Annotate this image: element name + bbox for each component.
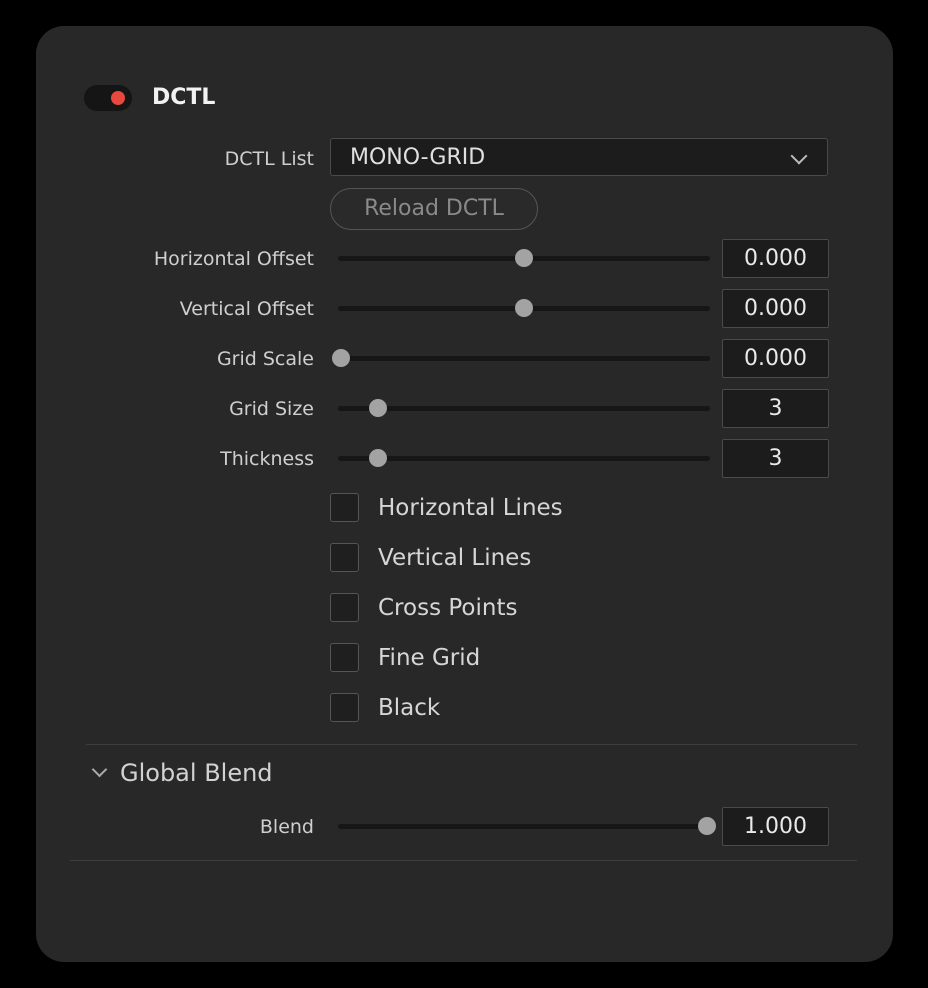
slider-label-thickness: Thickness bbox=[220, 448, 314, 470]
value-field-grid-size[interactable]: 3 bbox=[722, 389, 829, 428]
section-divider-bottom bbox=[70, 860, 857, 861]
dctl-list-dropdown[interactable]: MONO-GRID bbox=[330, 138, 828, 176]
value-field-thickness[interactable]: 3 bbox=[722, 439, 829, 478]
slider-handle[interactable] bbox=[368, 399, 387, 417]
enable-toggle[interactable] bbox=[84, 85, 132, 111]
slider-handle[interactable] bbox=[368, 449, 387, 467]
slider-label-grid-scale: Grid Scale bbox=[216, 348, 314, 370]
dctl-list-label: DCTL List bbox=[224, 148, 314, 170]
checkbox-cross-points[interactable] bbox=[330, 593, 359, 622]
slider-label-blend: Blend bbox=[259, 816, 314, 838]
slider-horizontal-offset[interactable] bbox=[338, 249, 710, 267]
global-blend-header[interactable]: Global Blend bbox=[120, 758, 273, 788]
checkbox-horizontal-lines[interactable] bbox=[330, 493, 359, 522]
slider-handle[interactable] bbox=[515, 249, 533, 267]
checkbox-label-black: Black bbox=[378, 695, 441, 721]
slider-label-grid-size: Grid Size bbox=[229, 398, 314, 420]
checkbox-vertical-lines[interactable] bbox=[330, 543, 359, 572]
slider-blend[interactable] bbox=[338, 817, 716, 835]
slider-handle[interactable] bbox=[698, 817, 716, 835]
slider-handle[interactable] bbox=[515, 299, 533, 317]
checkbox-black[interactable] bbox=[330, 693, 359, 722]
toggle-indicator-icon bbox=[111, 91, 125, 105]
slider-grid-scale[interactable] bbox=[332, 349, 710, 367]
value-field-blend[interactable]: 1.000 bbox=[722, 807, 829, 846]
value-field-horizontal-offset[interactable]: 0.000 bbox=[722, 239, 829, 278]
section-divider bbox=[86, 744, 857, 745]
slider-label-horizontal-offset: Horizontal Offset bbox=[153, 248, 314, 270]
value-field-vertical-offset[interactable]: 0.000 bbox=[722, 289, 829, 328]
checkbox-fine-grid[interactable] bbox=[330, 643, 359, 672]
dctl-list-value: MONO-GRID bbox=[350, 145, 486, 170]
checkbox-label-fine-grid: Fine Grid bbox=[378, 645, 481, 671]
slider-vertical-offset[interactable] bbox=[338, 299, 710, 317]
checkbox-label-vertical-lines: Vertical Lines bbox=[378, 545, 532, 571]
reload-dctl-button[interactable]: Reload DCTL bbox=[330, 188, 538, 230]
slider-thickness[interactable] bbox=[338, 449, 710, 467]
slider-label-vertical-offset: Vertical Offset bbox=[179, 298, 314, 320]
slider-handle[interactable] bbox=[332, 349, 350, 367]
chevron-down-icon bbox=[790, 147, 808, 165]
checkbox-label-cross-points: Cross Points bbox=[378, 595, 518, 621]
checkbox-label-horizontal-lines: Horizontal Lines bbox=[378, 495, 563, 521]
slider-grid-size[interactable] bbox=[338, 399, 710, 417]
plugin-title: DCTL bbox=[152, 85, 216, 110]
value-field-grid-scale[interactable]: 0.000 bbox=[722, 339, 829, 378]
